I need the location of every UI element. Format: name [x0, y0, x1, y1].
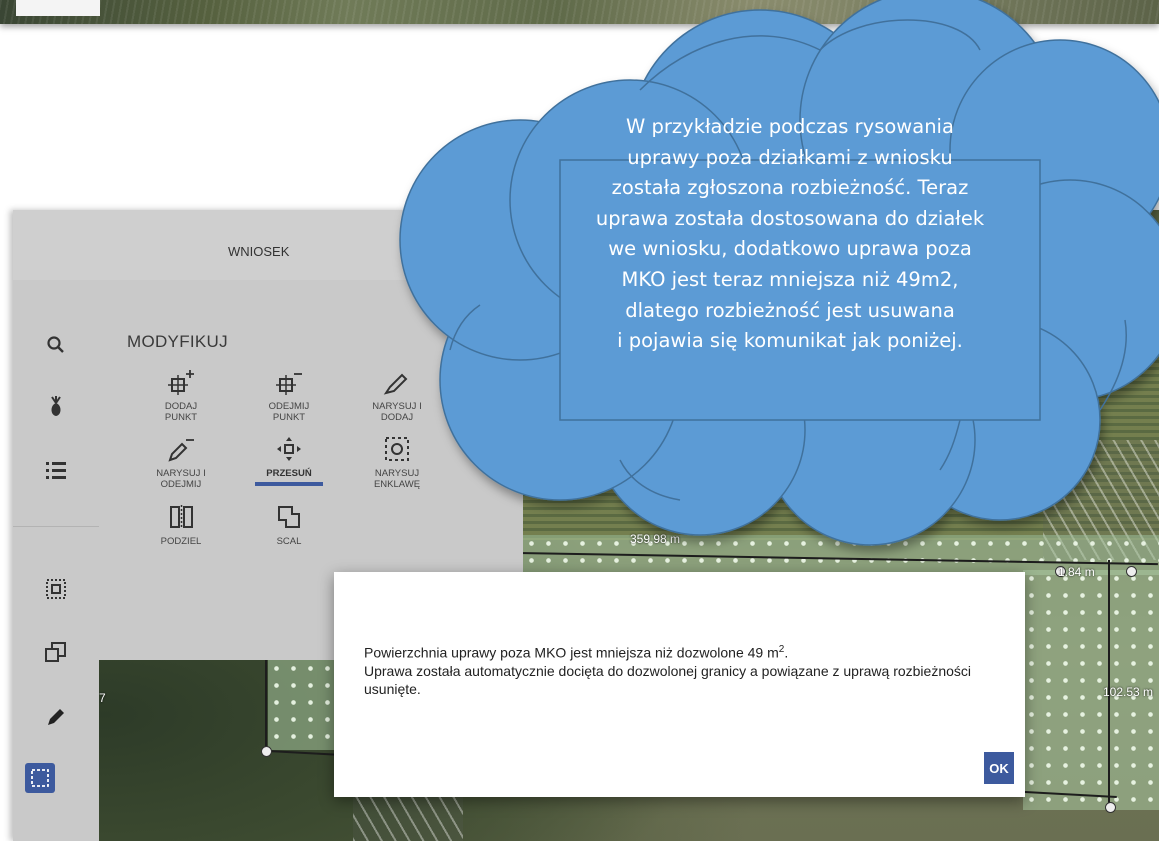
app-header: WNIOSEK — [13, 210, 523, 280]
tool-split[interactable]: PODZIEL — [136, 498, 226, 547]
draw-rectangle-icon[interactable] — [25, 763, 55, 793]
section-title: MODYFIKUJ — [127, 332, 228, 351]
header-title[interactable]: WNIOSEK — [228, 244, 289, 259]
dialog-message: Powierzchnia uprawy poza MKO jest mniejs… — [364, 641, 1004, 698]
search-icon[interactable] — [42, 331, 70, 359]
callout-line: została zgłoszona rozbieżność. Teraz — [611, 176, 969, 200]
merge-icon — [278, 506, 300, 528]
ok-button[interactable]: OK — [984, 752, 1014, 784]
callout-line: uprawy poza działkami z wniosku — [627, 145, 953, 169]
draw-subtract-icon — [168, 439, 194, 462]
tool-draw-subtract[interactable]: NARYSUJ I ODEJMIJ — [136, 430, 226, 490]
callout-line: uprawa została dostosowana do działek — [595, 206, 985, 230]
tool-label: SCAL — [276, 536, 302, 547]
tool-label: NARYSUJ I ODEJMIJ — [156, 468, 206, 490]
tool-draw-enclave[interactable]: NARYSUJ ENKLAWĘ — [352, 430, 442, 490]
dialog-line-1-end: . — [784, 644, 789, 661]
tool-label: PODZIEL — [160, 536, 202, 547]
tool-label: DODAJ PUNKT — [164, 401, 198, 423]
crop-icon[interactable] — [42, 392, 70, 420]
add-point-icon — [168, 370, 194, 395]
distance-label-right: 102.53 m — [1103, 685, 1154, 699]
dialog-line-1: Powierzchnia uprawy poza MKO jest mniejs… — [364, 644, 779, 661]
dialog-line-2: Uprawa została automatycznie docięta do … — [364, 662, 972, 697]
tool-merge[interactable]: SCAL — [244, 498, 334, 547]
pencil-icon[interactable] — [42, 703, 70, 731]
tool-add-point[interactable]: DODAJ PUNKT — [136, 363, 226, 423]
corner-label: 1.84 m — [1058, 565, 1095, 579]
tool-move[interactable]: PRZESUŃ — [244, 430, 334, 486]
edge-label: 7 — [99, 691, 106, 705]
tool-label: PRZESUŃ — [266, 468, 312, 479]
select-area-icon[interactable] — [42, 575, 70, 603]
copy-icon[interactable] — [42, 638, 70, 666]
info-dialog: Powierzchnia uprawy poza MKO jest mniejs… — [334, 572, 1025, 797]
remove-point-icon — [276, 373, 302, 395]
callout-line: we wniosku, dodatkowo uprawa poza — [608, 237, 972, 261]
selected-indicator — [255, 482, 323, 486]
panel-corner — [16, 0, 100, 16]
map-preview-strip — [0, 0, 1159, 24]
callout-text: W przykładzie podczas rysowania uprawy p… — [560, 112, 1020, 357]
split-icon — [170, 505, 193, 529]
tool-label: NARYSUJ ENKLAWĘ — [373, 468, 421, 490]
callout-line: W przykładzie podczas rysowania — [626, 115, 954, 138]
left-toolbar — [13, 280, 99, 841]
tool-label: ODEJMIJ PUNKT — [268, 401, 310, 423]
tool-remove-point[interactable]: ODEJMIJ PUNKT — [244, 363, 334, 423]
distance-label-top: 359.98 m — [630, 532, 681, 546]
callout-line: MKO jest teraz mniejsza niż 49m2, — [621, 267, 959, 291]
tool-draw-add[interactable]: NARYSUJ I DODAJ — [352, 363, 442, 423]
enclave-icon — [385, 437, 409, 461]
tool-label: NARYSUJ I DODAJ — [372, 401, 422, 423]
callout-line: dlatego rozbieżność jest usuwana — [625, 298, 955, 322]
list-icon[interactable] — [42, 456, 70, 484]
callout-line: i pojawia się komunikat jak poniżej. — [617, 329, 963, 353]
draw-add-icon — [383, 373, 408, 395]
move-icon — [277, 437, 301, 461]
